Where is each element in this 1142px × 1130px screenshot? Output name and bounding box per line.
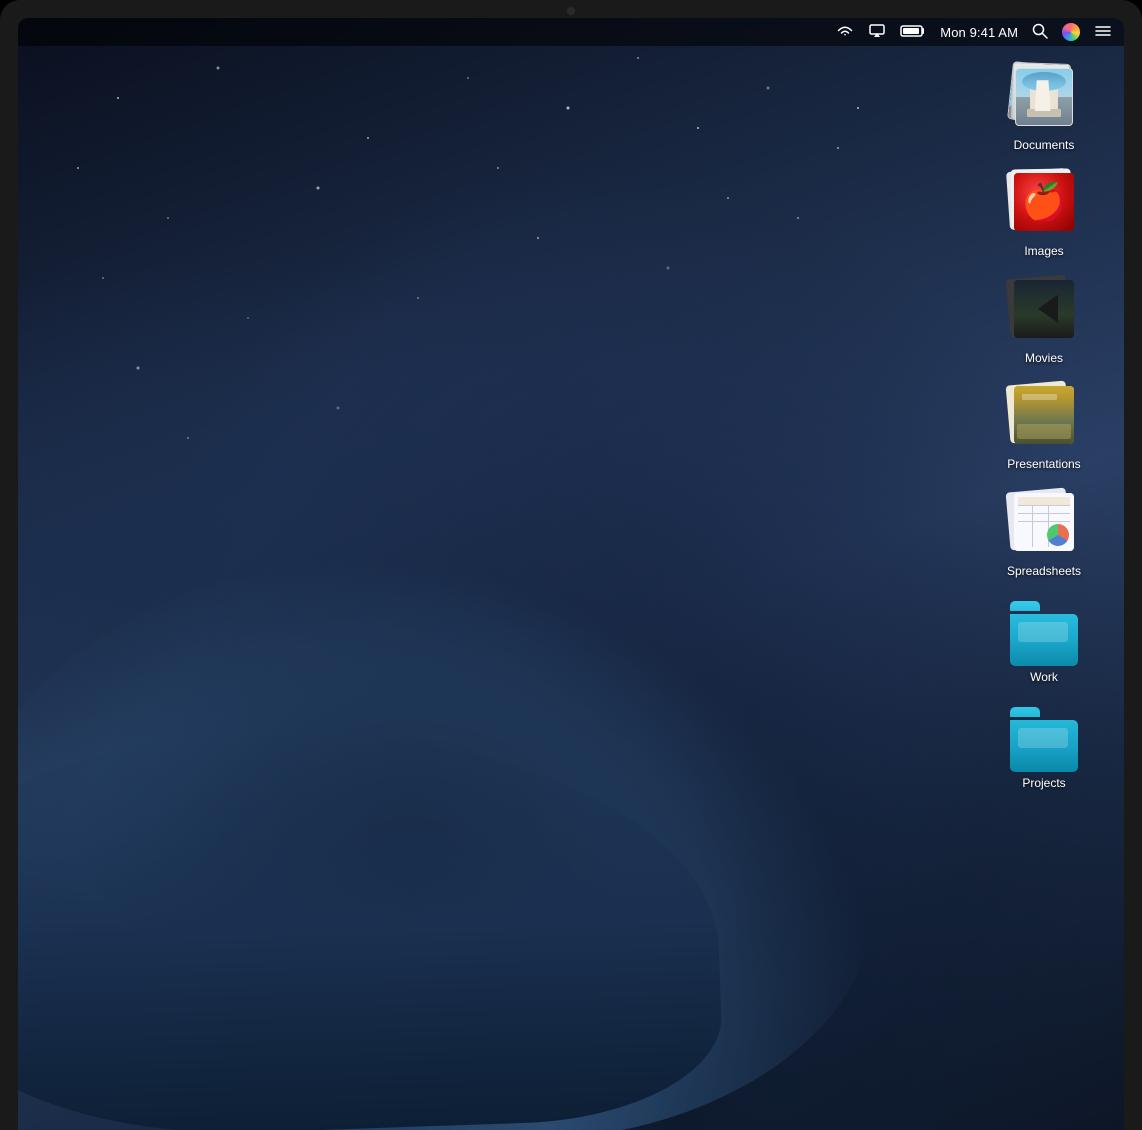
folder-work-shine bbox=[1018, 622, 1068, 642]
notification-center-icon[interactable] bbox=[1094, 24, 1112, 40]
desktop-icon-images[interactable]: Images bbox=[989, 164, 1099, 262]
desktop-icon-movies[interactable]: Movies bbox=[989, 271, 1099, 369]
search-icon[interactable] bbox=[1032, 23, 1048, 41]
camera bbox=[567, 7, 575, 15]
images-label: Images bbox=[1024, 244, 1063, 258]
folder-work-body bbox=[1010, 614, 1078, 666]
battery-icon[interactable] bbox=[900, 24, 926, 40]
ss-stack-front bbox=[1014, 493, 1074, 551]
menubar: Mon 9:41 AM bbox=[18, 18, 1124, 46]
img-stack-front bbox=[1014, 173, 1074, 231]
documents-icon-image bbox=[1008, 62, 1080, 134]
siri-icon[interactable] bbox=[1062, 23, 1080, 41]
work-label: Work bbox=[1030, 670, 1058, 684]
presentations-label: Presentations bbox=[1007, 457, 1080, 471]
laptop-frame: Mon 9:41 AM bbox=[0, 0, 1142, 1130]
screen: Mon 9:41 AM bbox=[18, 18, 1124, 1130]
desktop-icon-projects[interactable]: Projects bbox=[989, 696, 1099, 794]
wallpaper bbox=[18, 18, 1124, 1130]
spreadsheets-label: Spreadsheets bbox=[1007, 564, 1081, 578]
presentations-icon-image bbox=[1008, 381, 1080, 453]
pres-stack-front bbox=[1014, 386, 1074, 444]
folder-work-tab bbox=[1010, 601, 1040, 611]
folder-projects-body bbox=[1010, 720, 1078, 772]
menubar-time[interactable]: Mon 9:41 AM bbox=[940, 25, 1018, 40]
menubar-right: Mon 9:41 AM bbox=[836, 23, 1112, 41]
folder-projects-shine bbox=[1018, 728, 1068, 748]
desktop-icons: Documents Images bbox=[984, 58, 1104, 795]
images-icon-image bbox=[1008, 168, 1080, 240]
desktop-icon-spreadsheets[interactable]: Spreadsheets bbox=[989, 484, 1099, 582]
work-icon-image bbox=[1008, 594, 1080, 666]
airplay-icon[interactable] bbox=[868, 24, 886, 40]
folder-projects bbox=[1008, 707, 1080, 772]
projects-label: Projects bbox=[1022, 776, 1065, 790]
projects-icon-image bbox=[1008, 700, 1080, 772]
movies-icon-image bbox=[1008, 275, 1080, 347]
photo-stack-front bbox=[1015, 68, 1073, 126]
folder-projects-tab bbox=[1010, 707, 1040, 717]
spreadsheets-icon-image bbox=[1008, 488, 1080, 560]
stars bbox=[18, 18, 1124, 1130]
desktop-icon-presentations[interactable]: Presentations bbox=[989, 377, 1099, 475]
documents-label: Documents bbox=[1014, 138, 1075, 152]
movies-label: Movies bbox=[1025, 351, 1063, 365]
desktop-icon-work[interactable]: Work bbox=[989, 590, 1099, 688]
folder-work bbox=[1008, 601, 1080, 666]
desktop-icon-documents[interactable]: Documents bbox=[989, 58, 1099, 156]
movie-stack-front bbox=[1014, 280, 1074, 338]
wifi-icon[interactable] bbox=[836, 24, 854, 40]
